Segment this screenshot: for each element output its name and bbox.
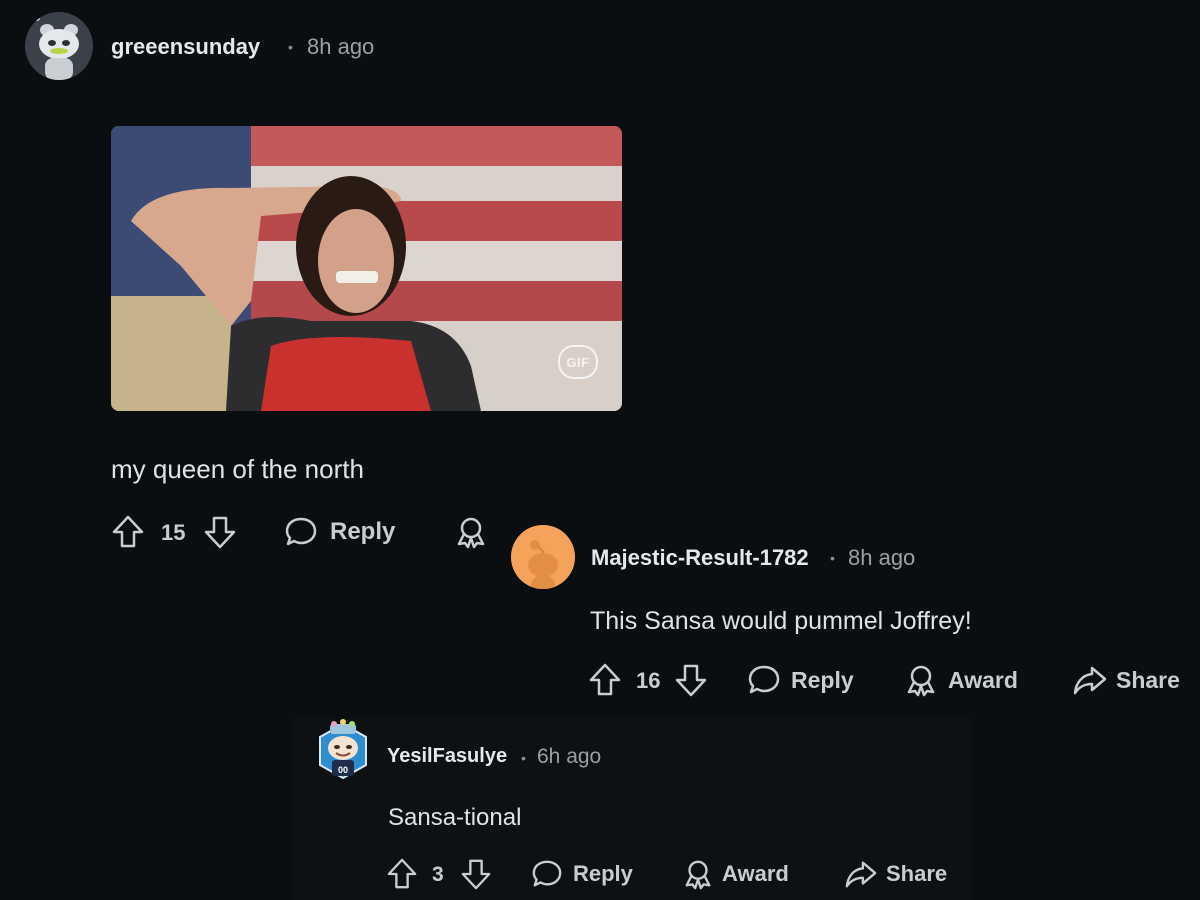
comment-body: This Sansa would pummel Joffrey!: [590, 607, 972, 635]
comment-timestamp[interactable]: 8h ago: [307, 34, 374, 60]
award-label: Award: [948, 666, 1018, 693]
comment-username[interactable]: greeensunday: [111, 34, 260, 60]
vote-score: 16: [636, 668, 661, 693]
reply-button[interactable]: Reply: [284, 514, 395, 550]
downvote-icon: [204, 516, 236, 549]
award-label: Award: [722, 861, 789, 886]
snoo-default-avatar-icon: [511, 525, 575, 589]
reply-bubble-icon: [748, 665, 780, 694]
reply-label: Reply: [791, 666, 854, 693]
vote-score: 3: [432, 863, 444, 886]
avatar[interactable]: [511, 525, 575, 589]
share-button[interactable]: Share: [1072, 662, 1180, 698]
reply-button[interactable]: Reply: [531, 857, 633, 891]
share-icon: [845, 861, 877, 888]
separator-dot: •: [830, 550, 835, 566]
comment-username[interactable]: YesilFasulye: [387, 745, 507, 768]
comment-gif[interactable]: GIF: [111, 126, 622, 411]
award-button[interactable]: [454, 514, 488, 550]
reply-bubble-icon: [285, 517, 317, 546]
comment-body: my queen of the north: [111, 454, 364, 484]
upvote-icon: [112, 515, 144, 548]
downvote-icon: [675, 664, 707, 697]
downvote-button[interactable]: [460, 857, 492, 891]
comment-body: Sansa-tional: [388, 804, 522, 831]
comment-actions: 3 Reply Award Share: [386, 855, 986, 895]
downvote-button[interactable]: [203, 514, 237, 550]
reply-label: Reply: [330, 518, 396, 545]
comment-actions: 16 Reply Award Share: [588, 660, 1188, 700]
gif-image: [111, 126, 622, 411]
comment-timestamp[interactable]: 6h ago: [537, 745, 601, 769]
award-button[interactable]: Award: [904, 662, 1018, 698]
upvote-button[interactable]: [386, 857, 418, 891]
avatar[interactable]: [25, 12, 93, 80]
upvote-button[interactable]: [111, 514, 145, 550]
svg-text:00: 00: [338, 765, 348, 775]
upvote-icon: [387, 858, 417, 889]
upvote-button[interactable]: [588, 662, 622, 698]
award-icon: [907, 665, 935, 697]
reply-bubble-icon: [532, 860, 562, 887]
share-button[interactable]: Share: [844, 857, 947, 891]
vote-score: 15: [161, 520, 186, 545]
comment-timestamp[interactable]: 8h ago: [848, 545, 915, 571]
share-icon: [1073, 666, 1107, 695]
separator-dot: •: [521, 750, 526, 766]
comment-username[interactable]: Majestic-Result-1782: [591, 545, 809, 571]
upvote-icon: [589, 663, 621, 696]
award-icon: [457, 517, 485, 549]
downvote-button[interactable]: [674, 662, 708, 698]
gif-badge: GIF: [558, 345, 598, 379]
share-label: Share: [1116, 666, 1180, 693]
reply-label: Reply: [573, 861, 633, 886]
reply-button[interactable]: Reply: [747, 662, 854, 698]
award-button[interactable]: Award: [682, 857, 789, 891]
share-label: Share: [886, 861, 948, 886]
separator-dot: •: [288, 39, 293, 55]
avatar[interactable]: 00: [312, 718, 374, 788]
snoo-avatar-icon: [25, 12, 93, 80]
downvote-icon: [461, 859, 491, 890]
award-icon: [685, 860, 711, 890]
custom-avatar-icon: 00: [319, 719, 367, 780]
comment-actions: 15 Reply: [111, 512, 511, 552]
